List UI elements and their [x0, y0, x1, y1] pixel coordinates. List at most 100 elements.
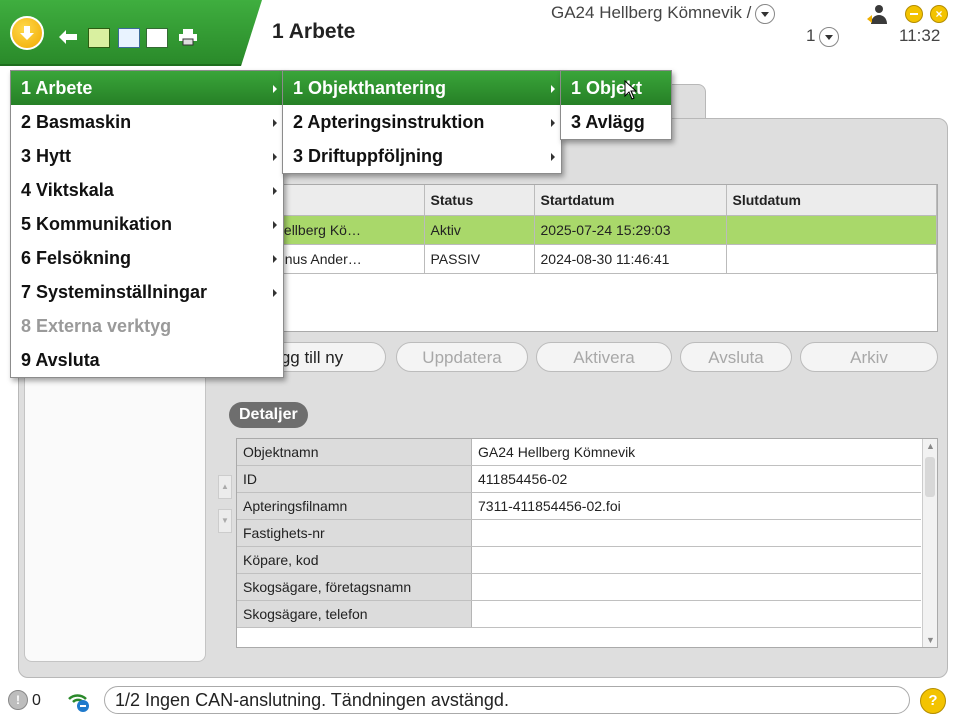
- detail-value[interactable]: 411854456-02: [471, 465, 921, 493]
- menu-item-label: 6 Felsökning: [21, 248, 132, 268]
- finish-button[interactable]: Avsluta: [680, 342, 792, 372]
- detail-row[interactable]: Skogsägare, företagsnamn: [237, 573, 921, 601]
- detail-value[interactable]: GA24 Hellberg Kömnevik: [471, 439, 921, 466]
- update-button[interactable]: Uppdatera: [396, 342, 528, 372]
- table-row[interactable]: A24 Hellberg Kö… Aktiv 2025-07-24 15:29:…: [239, 215, 937, 245]
- submenu-objekthantering: 1 Objekt 3 Avlägg: [560, 70, 672, 140]
- detail-row[interactable]: Objektnamn GA24 Hellberg Kömnevik: [237, 439, 921, 466]
- submenu-arrow-icon: [273, 289, 277, 297]
- top-bar: 1 Arbete GA24 Hellberg Kömnevik / 1 × 11…: [0, 0, 958, 70]
- menu-item-arbete[interactable]: 1 Arbete: [11, 71, 283, 105]
- scroll-up-icon[interactable]: ▲: [926, 441, 935, 451]
- menu-item-externa-verktyg: 8 Externa verktyg: [11, 309, 283, 343]
- scroll-down-icon[interactable]: ▼: [218, 509, 232, 533]
- status-message-field[interactable]: 1/2 Ingen CAN-anslutning. Tändningen avs…: [104, 686, 910, 714]
- scrollbar-thumb[interactable]: [925, 457, 935, 497]
- scroll-up-icon[interactable]: ▲: [218, 475, 232, 499]
- detail-row[interactable]: Skogsägare, telefon: [237, 600, 921, 628]
- file-transfer-icon[interactable]: [146, 28, 168, 48]
- detail-value[interactable]: [471, 573, 921, 601]
- menu-item-viktskala[interactable]: 4 Viktskala: [11, 173, 283, 207]
- detail-value[interactable]: 7311-411854456-02.foi: [471, 492, 921, 520]
- submenu-arrow-icon: [273, 119, 277, 127]
- page-selector[interactable]: 1: [806, 26, 840, 47]
- message-icon[interactable]: [118, 28, 140, 48]
- menu-item-label: 7 Systeminställningar: [21, 282, 208, 302]
- clock: 11:32: [899, 26, 941, 45]
- submenu-arbete: 1 Objekthantering 2 Apteringsinstruktion…: [282, 70, 562, 174]
- menu-item-objekthantering[interactable]: 1 Objekthantering: [283, 71, 561, 105]
- details-section-label: Detaljer: [229, 402, 308, 428]
- close-button[interactable]: ×: [930, 5, 948, 23]
- grid-report-icon[interactable]: [88, 28, 110, 48]
- back-arrow-icon[interactable]: [58, 28, 78, 46]
- menu-item-apteringsinstruktion[interactable]: 2 Apteringsinstruktion: [283, 105, 561, 139]
- menu-item-systeminstallningar[interactable]: 7 Systeminställningar: [11, 275, 283, 309]
- details-scrollbar[interactable]: ▲ ▼: [922, 439, 937, 647]
- details-table: Objektnamn GA24 Hellberg Kömnevik ID 41185…: [236, 438, 938, 648]
- submenu-arrow-icon: [551, 153, 555, 161]
- arrow-down-icon: [20, 26, 34, 40]
- submenu-arrow-icon: [273, 221, 277, 229]
- cell-start: 2025-07-24 15:29:03: [534, 215, 727, 245]
- active-object-selector[interactable]: GA24 Hellberg Kömnevik /: [551, 3, 776, 24]
- menu-item-felsokning[interactable]: 6 Felsökning: [11, 241, 283, 275]
- submenu-arrow-icon: [273, 255, 277, 263]
- details-grid: Objektnamn GA24 Hellberg Kömnevik ID 41185…: [237, 439, 921, 628]
- menu-item-driftuppfoljning[interactable]: 3 Driftuppföljning: [283, 139, 561, 173]
- mouse-cursor-icon: [624, 80, 638, 100]
- detail-key: Skogsägare, telefon: [237, 600, 472, 628]
- table-header-row: amn Status Startdatum Slutdatum: [239, 185, 937, 216]
- archive-button[interactable]: Arkiv: [800, 342, 938, 372]
- cell-end: [726, 244, 937, 274]
- printer-icon[interactable]: [178, 28, 198, 46]
- submenu-arrow-icon: [551, 119, 555, 127]
- detail-row[interactable]: ID 411854456-02: [237, 465, 921, 493]
- main-menu-button[interactable]: [10, 16, 44, 50]
- status-message: 1/2 Ingen CAN-anslutning. Tändningen avs…: [115, 690, 509, 710]
- menu-item-kommunikation[interactable]: 5 Kommunikation: [11, 207, 283, 241]
- menu-item-label: 3 Hytt: [21, 146, 72, 166]
- menu-item-avsluta[interactable]: 9 Avsluta: [11, 343, 283, 377]
- menu-item-hytt[interactable]: 3 Hytt: [11, 139, 283, 173]
- alarm-icon[interactable]: !: [8, 690, 28, 710]
- menu-item-label: 1 Objekthantering: [293, 78, 447, 98]
- chevron-down-icon[interactable]: [755, 3, 776, 24]
- detail-row[interactable]: Fastighets-nr: [237, 519, 921, 547]
- submenu-arrow-icon: [551, 85, 555, 93]
- menu-item-avlagg[interactable]: 3 Avlägg: [561, 105, 671, 139]
- submenu-arrow-icon: [273, 85, 277, 93]
- alarm-count: 0: [32, 692, 41, 709]
- column-header-status[interactable]: Status: [424, 185, 535, 216]
- menu-item-label: 2 Apteringsinstruktion: [293, 112, 485, 132]
- user-icon[interactable]: [866, 4, 888, 24]
- active-object-title: GA24 Hellberg Kömnevik /: [551, 3, 752, 22]
- help-icon[interactable]: ?: [920, 688, 946, 714]
- column-header-start[interactable]: Startdatum: [534, 185, 727, 216]
- detail-row[interactable]: Apteringsfilnamn 7311-411854456-02.foi: [237, 492, 921, 520]
- cell-end: [726, 215, 937, 245]
- menu-item-label: 2 Basmaskin: [21, 112, 132, 132]
- action-buttons: gg till ny Uppdatera Aktivera Avsluta Ar…: [238, 342, 938, 374]
- detail-key: Skogsägare, företagsnamn: [237, 573, 472, 601]
- detail-value[interactable]: [471, 519, 921, 547]
- page-number: 1: [806, 26, 816, 45]
- menu-item-label: 1 Arbete: [21, 78, 93, 98]
- connection-icon[interactable]: [66, 687, 92, 713]
- chevron-down-icon[interactable]: [819, 26, 840, 47]
- minimize-button[interactable]: [905, 5, 923, 23]
- menu-item-label: 5 Kommunikation: [21, 214, 173, 234]
- column-header-end[interactable]: Slutdatum: [726, 185, 937, 216]
- submenu-arrow-icon: [273, 153, 277, 161]
- activate-button[interactable]: Aktivera: [536, 342, 672, 372]
- detail-value[interactable]: [471, 600, 921, 628]
- menu-item-label: 3 Avlägg: [571, 112, 645, 132]
- menu-item-objekt[interactable]: 1 Objekt: [561, 71, 671, 105]
- submenu-arrow-icon: [273, 187, 277, 195]
- menu-item-basmaskin[interactable]: 2 Basmaskin: [11, 105, 283, 139]
- scroll-down-icon[interactable]: ▼: [926, 635, 935, 645]
- detail-value[interactable]: [471, 546, 921, 574]
- detail-row[interactable]: Köpare, kod: [237, 546, 921, 574]
- table-row[interactable]: A Magnus Ander… PASSIV 2024-08-30 11:46:…: [239, 244, 937, 274]
- object-table: amn Status Startdatum Slutdatum A24 Hell…: [239, 185, 937, 274]
